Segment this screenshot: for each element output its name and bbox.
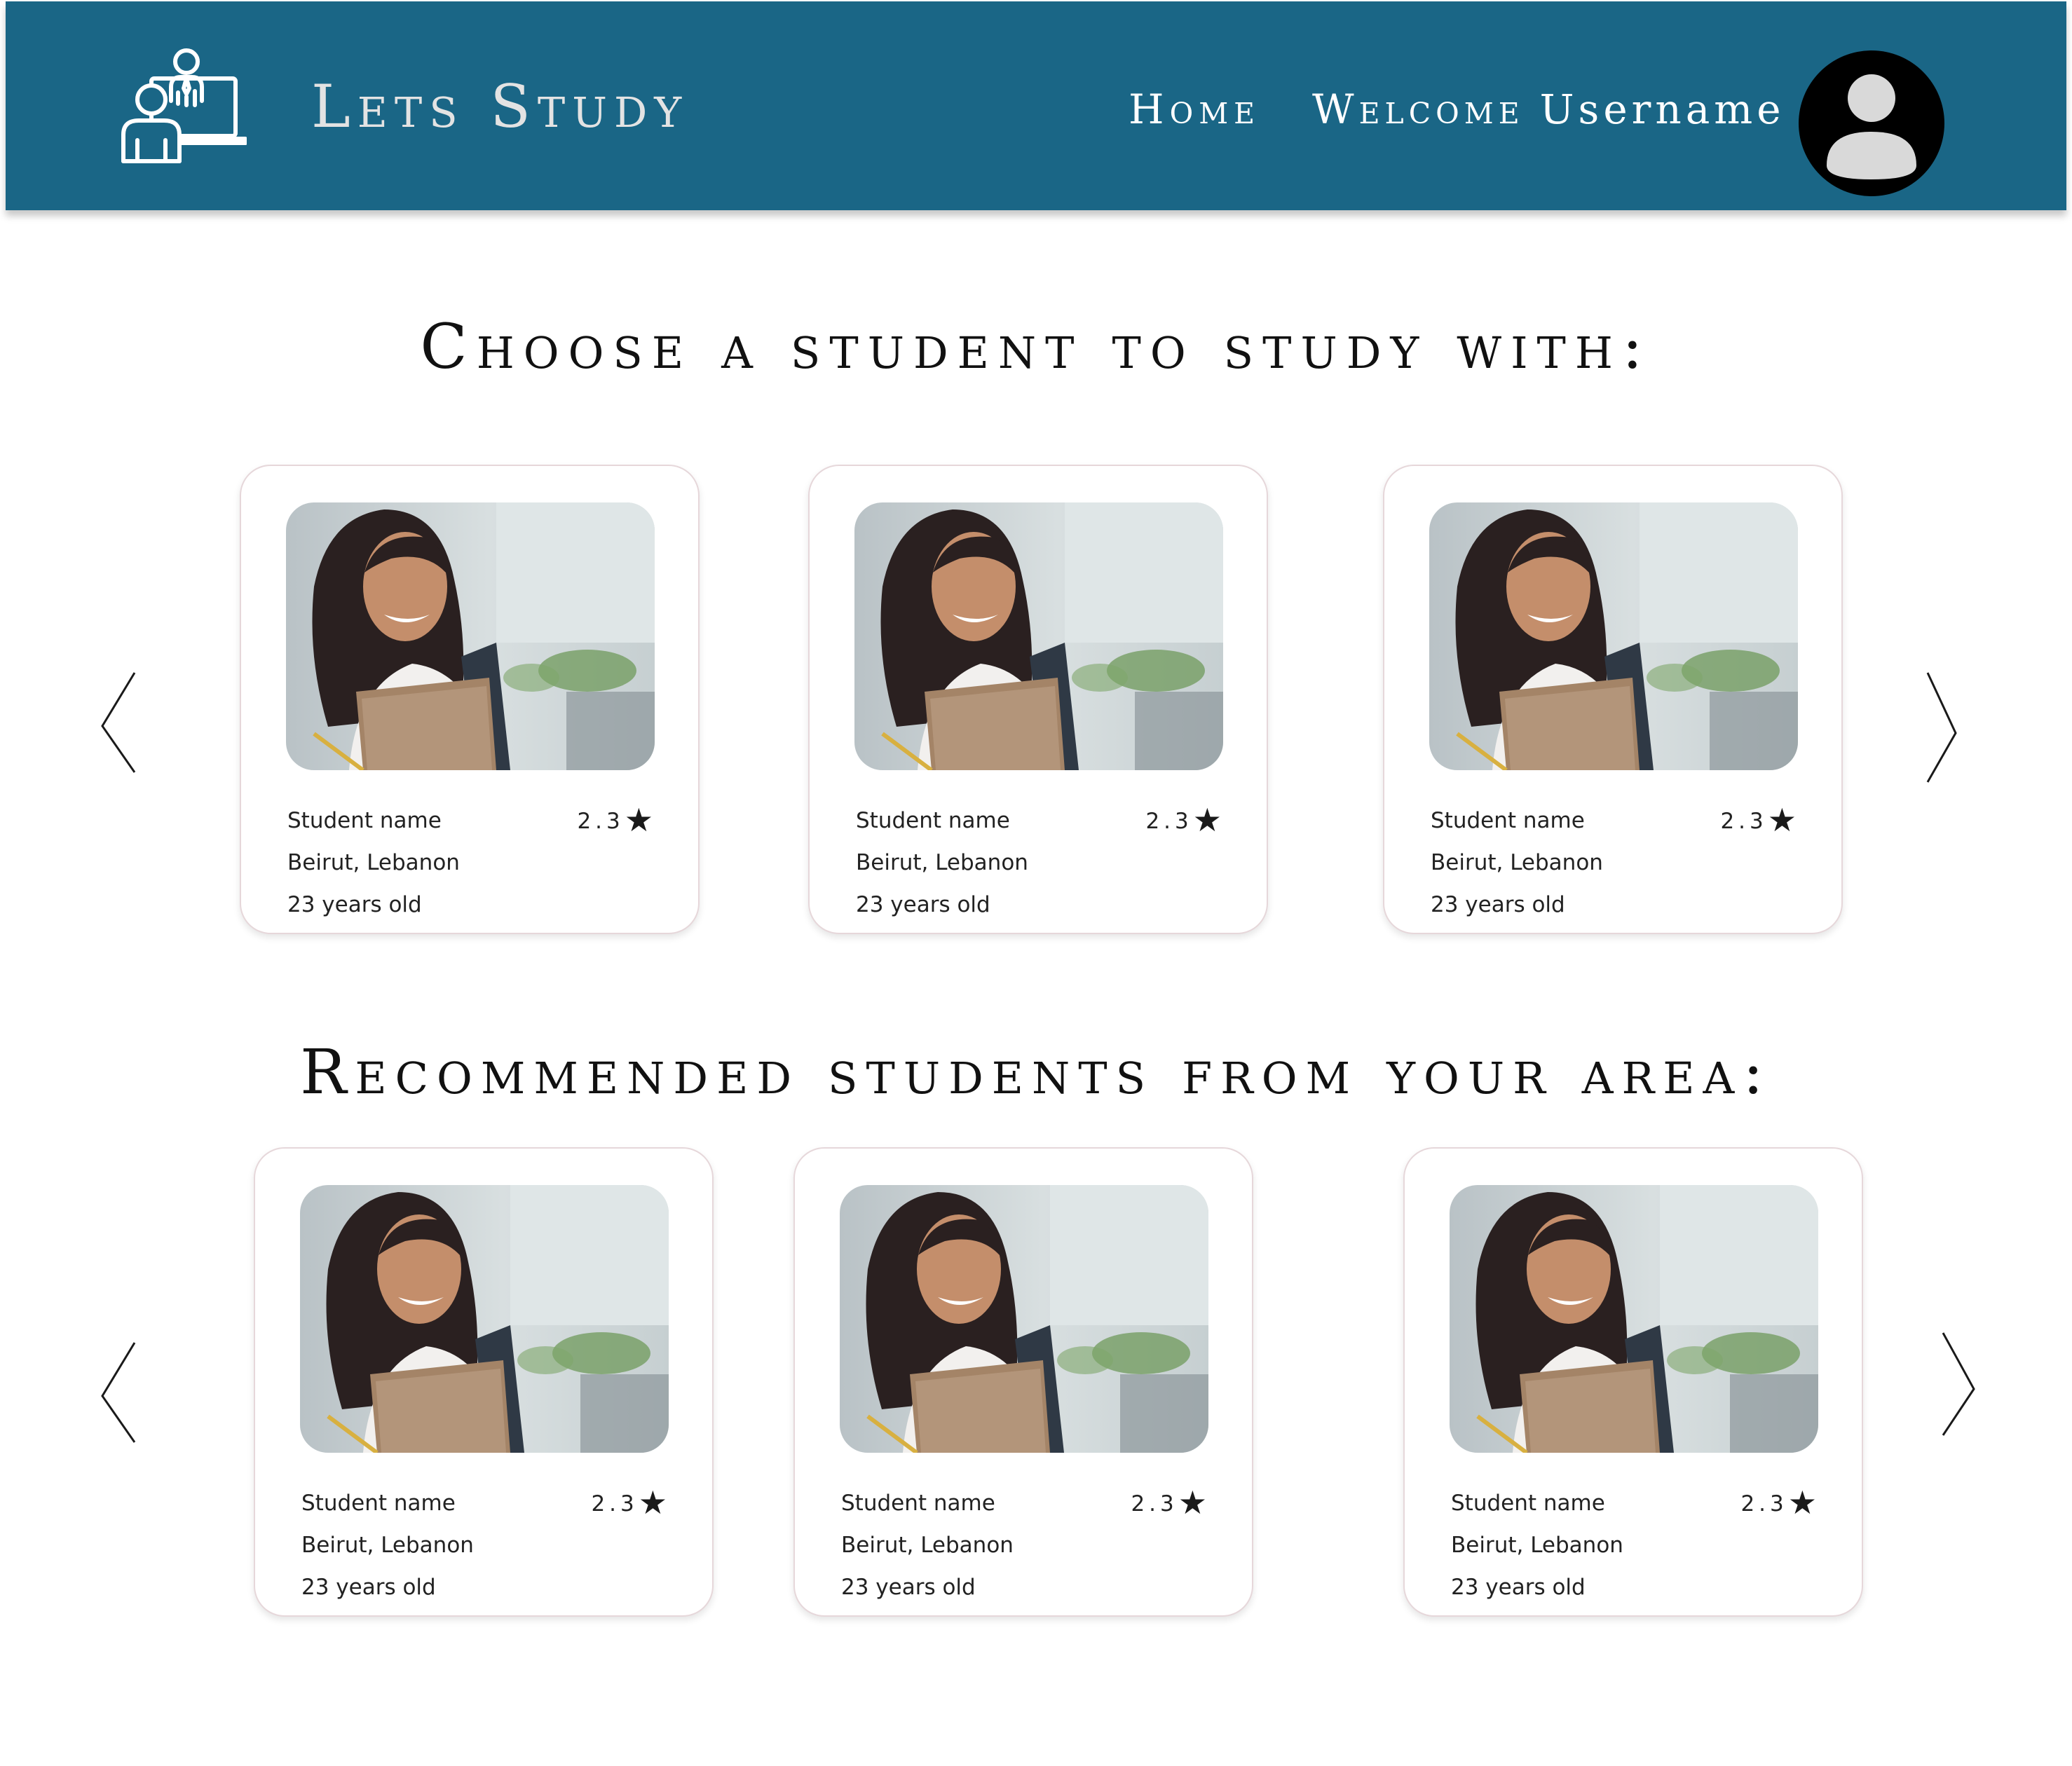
student-photo	[286, 502, 655, 770]
rating-value: 2.3	[1131, 1491, 1178, 1517]
student-location: Beirut, Lebanon	[1431, 850, 1603, 875]
username-text: Username	[1539, 85, 1785, 133]
rating-value: 2.3	[577, 809, 625, 834]
choose-prev-arrow[interactable]	[98, 670, 147, 782]
teacher-student-laptop-icon[interactable]	[118, 48, 247, 164]
nav-home-link[interactable]: Home	[1129, 88, 1260, 130]
star-icon: ★	[1787, 1484, 1817, 1521]
student-location: Beirut, Lebanon	[1451, 1533, 1623, 1558]
student-age: 23 years old	[1451, 1575, 1586, 1600]
student-card[interactable]: Student name 2.3★ Beirut, Lebanon 23 yea…	[793, 1147, 1253, 1617]
star-icon: ★	[1192, 801, 1222, 839]
student-photo	[854, 502, 1223, 770]
student-name: Student name	[287, 808, 442, 833]
star-icon: ★	[638, 1484, 667, 1521]
student-card[interactable]: Student name 2.3★ Beirut, Lebanon 23 yea…	[240, 465, 700, 934]
rating-value: 2.3	[1145, 809, 1193, 834]
welcome-label: Welcome	[1312, 85, 1525, 133]
student-rating: 2.3★	[577, 801, 653, 839]
student-name: Student name	[841, 1491, 995, 1516]
brand-title: Lets Study	[311, 72, 689, 141]
student-name: Student name	[1431, 808, 1585, 833]
student-card[interactable]: Student name 2.3★ Beirut, Lebanon 23 yea…	[1403, 1147, 1863, 1617]
student-location: Beirut, Lebanon	[301, 1533, 474, 1558]
student-rating: 2.3★	[1740, 1484, 1817, 1521]
recommended-prev-arrow[interactable]	[98, 1340, 147, 1452]
student-photo	[840, 1185, 1208, 1453]
star-icon: ★	[1178, 1484, 1207, 1521]
rating-value: 2.3	[1740, 1491, 1788, 1517]
student-name: Student name	[856, 808, 1010, 833]
student-card[interactable]: Student name 2.3★ Beirut, Lebanon 23 yea…	[254, 1147, 714, 1617]
choose-next-arrow[interactable]	[1922, 670, 1971, 783]
student-rating: 2.3★	[1720, 801, 1797, 839]
star-icon: ★	[1767, 801, 1797, 839]
student-rating: 2.3★	[591, 1484, 667, 1521]
student-photo	[1450, 1185, 1818, 1453]
student-name: Student name	[301, 1491, 456, 1516]
rating-value: 2.3	[591, 1491, 639, 1517]
recommended-next-arrow[interactable]	[1937, 1330, 1986, 1442]
student-photo	[1429, 502, 1798, 770]
student-age: 23 years old	[301, 1575, 436, 1600]
chevron-right-icon	[1942, 1332, 1975, 1436]
student-rating: 2.3★	[1131, 1484, 1207, 1521]
welcome-message: Welcome Username	[1312, 88, 1785, 130]
student-name: Student name	[1451, 1491, 1605, 1516]
student-age: 23 years old	[841, 1575, 976, 1600]
student-rating: 2.3★	[1145, 801, 1222, 839]
star-icon: ★	[624, 801, 653, 839]
recommended-section-title: Recommended students from your area:	[300, 1036, 1772, 1108]
student-location: Beirut, Lebanon	[856, 850, 1028, 875]
choose-section-title: Choose a student to study with:	[420, 310, 1652, 383]
student-card[interactable]: Student name 2.3★ Beirut, Lebanon 23 yea…	[1383, 465, 1843, 934]
student-age: 23 years old	[287, 892, 422, 917]
chevron-left-icon	[101, 672, 136, 773]
chevron-right-icon	[1926, 672, 1957, 783]
rating-value: 2.3	[1720, 809, 1768, 834]
student-photo	[300, 1185, 669, 1453]
chevron-left-icon	[101, 1342, 136, 1443]
student-age: 23 years old	[856, 892, 990, 917]
student-card[interactable]: Student name 2.3★ Beirut, Lebanon 23 yea…	[808, 465, 1268, 934]
student-location: Beirut, Lebanon	[841, 1533, 1014, 1558]
student-age: 23 years old	[1431, 892, 1565, 917]
user-avatar-icon[interactable]	[1799, 50, 1944, 196]
student-location: Beirut, Lebanon	[287, 850, 460, 875]
